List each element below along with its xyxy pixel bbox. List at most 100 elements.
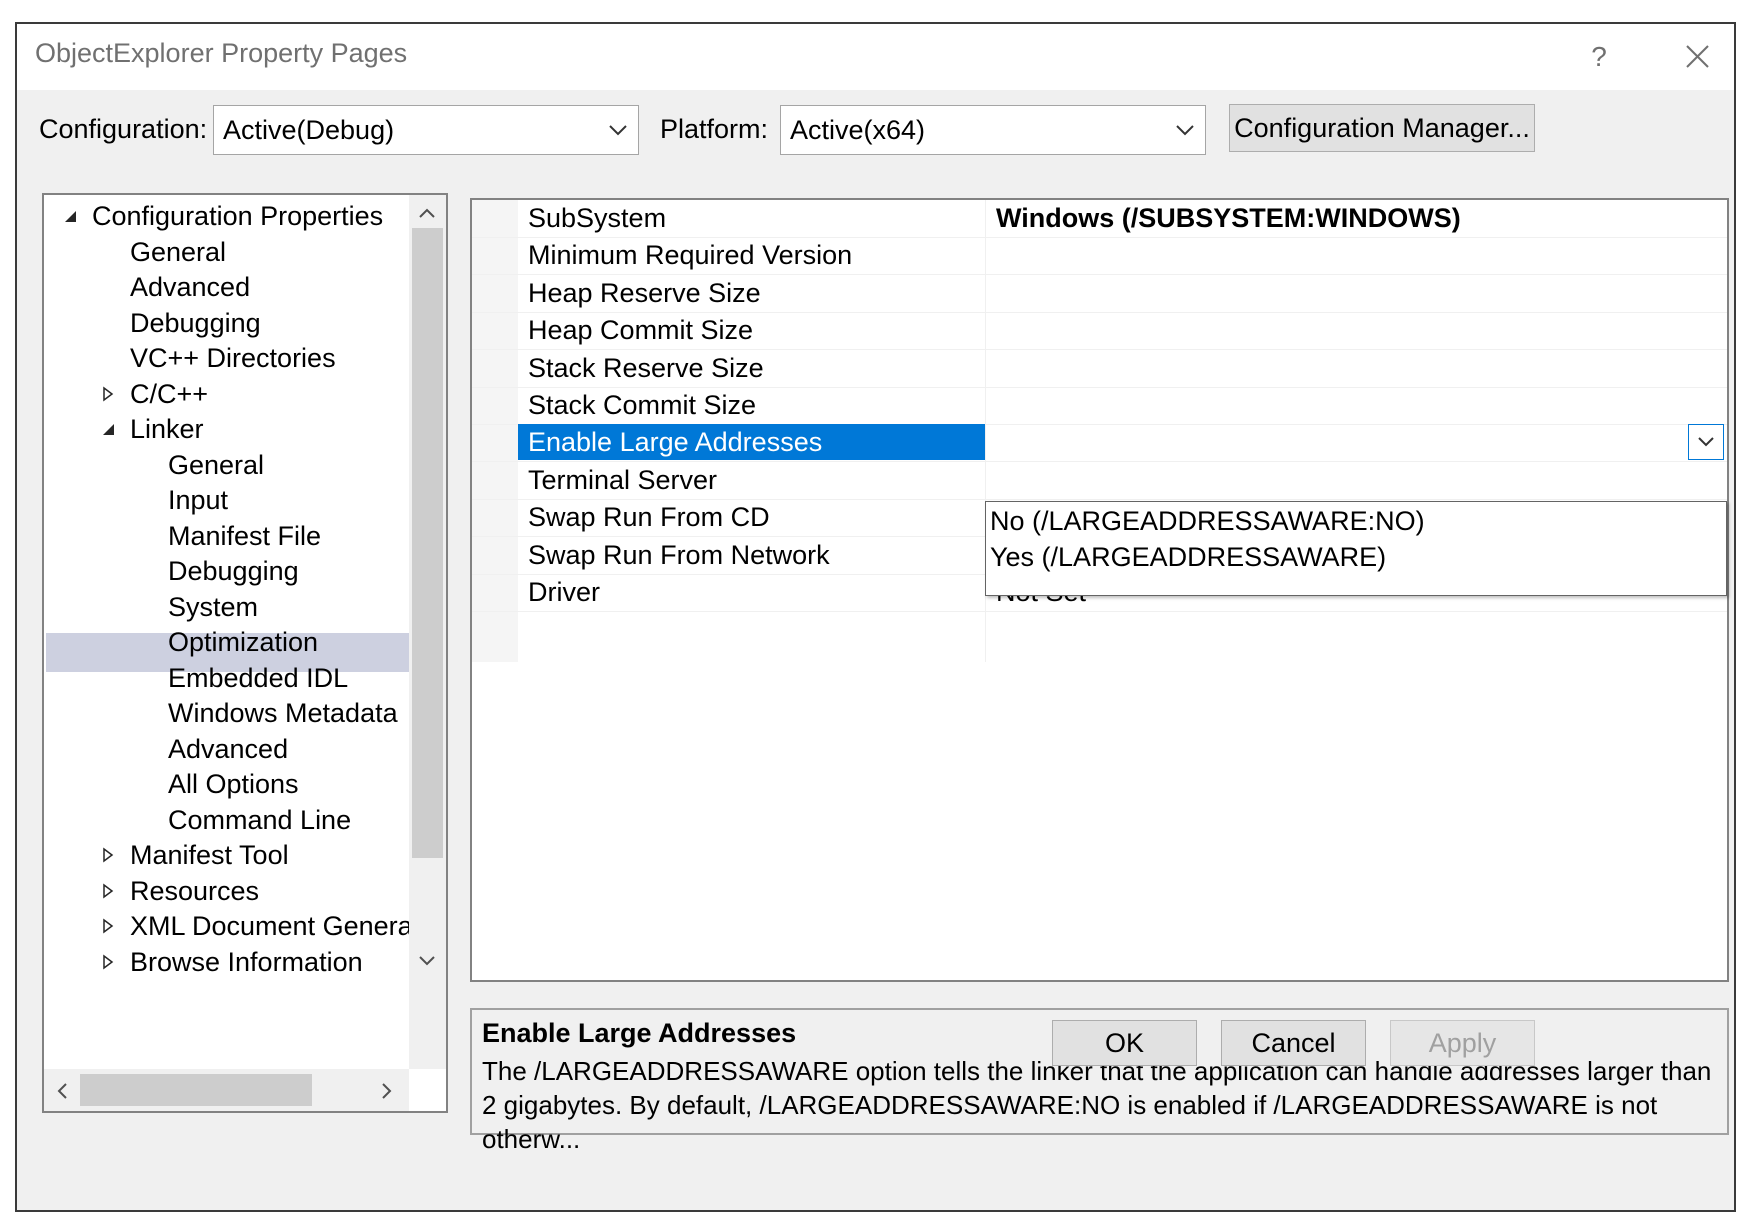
tree-item-label: Manifest File — [168, 520, 322, 551]
configuration-manager-button[interactable]: Configuration Manager... — [1229, 104, 1535, 152]
scroll-down-icon[interactable] — [418, 955, 436, 967]
property-name: Swap Run From CD — [528, 502, 770, 533]
dropdown-option-yes[interactable]: Yes (/LARGEADDRESSAWARE) — [990, 538, 1386, 576]
tree-item-label: All Options — [168, 769, 299, 799]
property-name: Stack Commit Size — [528, 390, 757, 420]
collapsed-arrow-icon[interactable] — [100, 918, 116, 934]
property-row[interactable]: SubSystem Windows (/SUBSYSTEM:WINDOWS) — [472, 200, 1727, 238]
tree-item[interactable]: Input — [44, 481, 407, 519]
tree-item[interactable]: Windows Metadata — [44, 694, 407, 732]
tree-item[interactable]: System — [44, 588, 407, 626]
property-name: SubSystem — [528, 203, 667, 233]
configuration-select[interactable]: Active(Debug) — [213, 105, 639, 155]
tree-item-label: Linker — [130, 414, 204, 444]
property-row[interactable]: Heap Reserve Size — [472, 275, 1727, 313]
tree-item[interactable]: Command Line — [44, 801, 407, 839]
property-name: Swap Run From Network — [528, 539, 830, 570]
tree-item-label: Debugging — [168, 556, 299, 586]
tree-item-label: Input — [168, 485, 229, 515]
tree-item[interactable]: Optimization — [44, 623, 407, 661]
chevron-down-icon — [609, 125, 627, 136]
tree-item[interactable]: Browse Information — [44, 943, 407, 981]
tree-item[interactable]: XML Document Genera — [44, 907, 413, 945]
platform-value: Active(x64) — [790, 115, 926, 145]
property-name: Stack Reserve Size — [528, 352, 764, 383]
tree-item[interactable]: Linker — [44, 410, 407, 448]
collapsed-arrow-icon[interactable] — [100, 847, 116, 863]
tree-item[interactable]: Debugging — [44, 304, 407, 342]
property-row[interactable]: Terminal Server — [472, 462, 1727, 500]
description-title: Enable Large Addresses — [482, 1018, 797, 1048]
tree-item-label: VC++ Directories — [130, 343, 336, 373]
platform-select[interactable]: Active(x64) — [780, 105, 1206, 155]
configuration-value: Active(Debug) — [223, 115, 395, 145]
collapsed-arrow-icon[interactable] — [100, 954, 116, 970]
tree-item[interactable]: Resources — [44, 872, 407, 910]
property-name: Terminal Server — [528, 464, 718, 495]
tree-item-label: Optimization — [168, 627, 319, 657]
tree-item[interactable]: Debugging — [44, 552, 407, 590]
tree-item-label: System — [168, 591, 259, 622]
tree-vertical-scrollbar[interactable] — [409, 195, 446, 1069]
tree-item[interactable]: VC++ Directories — [44, 339, 407, 377]
tree-item-label: Command Line — [168, 804, 352, 835]
ok-button[interactable]: OK — [1052, 1020, 1197, 1066]
property-grid: SubSystem Windows (/SUBSYSTEM:WINDOWS) Min… — [470, 198, 1729, 982]
property-row[interactable]: Stack Reserve Size — [472, 350, 1727, 388]
tree-item-label: Windows Metadata — [168, 698, 398, 728]
tree-item[interactable]: Embedded IDL — [44, 659, 407, 697]
property-row[interactable]: Enable Large Addresses — [472, 424, 1727, 463]
tree-vscroll-thumb[interactable] — [412, 228, 443, 858]
value-dropdown-list: No (/LARGEADDRESSAWARE:NO) Yes (/LARGEAD… — [985, 501, 1727, 596]
tree-item-label: Resources — [130, 875, 260, 906]
tree-item[interactable]: Advanced — [44, 268, 407, 306]
configuration-label: Configuration: — [39, 114, 208, 144]
value-dropdown-button[interactable] — [1688, 424, 1724, 461]
tree-item[interactable]: Configuration Properties — [44, 197, 407, 235]
collapsed-arrow-icon[interactable] — [100, 883, 116, 899]
tree-item-label: Advanced — [130, 272, 251, 302]
tree-item-label: Configuration Properties — [92, 201, 384, 231]
tree-item[interactable]: Manifest File — [44, 517, 407, 555]
tree-item-label: Debugging — [130, 307, 261, 338]
scroll-left-icon[interactable] — [56, 1082, 68, 1100]
property-row[interactable]: Stack Commit Size — [472, 387, 1727, 425]
tree-item-label: Embedded IDL — [168, 662, 349, 693]
tree-item[interactable]: C/C++ — [44, 375, 407, 413]
tree-item[interactable]: General — [44, 233, 407, 271]
tree-item[interactable]: Advanced — [44, 730, 407, 768]
platform-label: Platform: — [660, 114, 769, 144]
scroll-up-icon[interactable] — [418, 207, 436, 219]
property-row[interactable]: Minimum Required Version — [472, 237, 1727, 276]
cancel-button[interactable]: Cancel — [1221, 1020, 1366, 1066]
property-value[interactable]: Windows (/SUBSYSTEM:WINDOWS) — [996, 200, 1461, 237]
tree-item[interactable]: All Options — [44, 765, 407, 803]
tree-item-label: XML Document Genera — [130, 911, 413, 941]
close-button[interactable] — [1672, 32, 1722, 82]
tree-item-label: General — [168, 449, 265, 480]
tree-horizontal-scrollbar[interactable] — [44, 1069, 409, 1111]
dropdown-option-no[interactable]: No (/LARGEADDRESSAWARE:NO) — [990, 502, 1425, 540]
property-name: Heap Commit Size — [528, 315, 754, 346]
tree-item[interactable]: Manifest Tool — [44, 836, 407, 874]
expanded-arrow-icon[interactable] — [100, 421, 116, 437]
category-tree: Configuration Properties General Advanced D… — [42, 193, 448, 1113]
tree-item-label: Browse Information — [130, 946, 363, 977]
property-name: Minimum Required Version — [528, 240, 853, 271]
collapsed-arrow-icon[interactable] — [100, 386, 116, 402]
tree-item[interactable]: General — [44, 446, 407, 484]
tree-item-label: Advanced — [168, 733, 289, 764]
tree-item-label: General — [130, 236, 227, 267]
tree-hscroll-thumb[interactable] — [80, 1074, 312, 1106]
tree-item-label: Manifest Tool — [130, 840, 289, 870]
property-row[interactable]: Heap Commit Size — [472, 312, 1727, 351]
scroll-right-icon[interactable] — [381, 1082, 393, 1100]
chevron-down-icon — [1176, 125, 1194, 136]
help-button[interactable]: ? — [1574, 32, 1624, 82]
property-name: Heap Reserve Size — [528, 277, 761, 308]
expanded-arrow-icon[interactable] — [62, 208, 78, 224]
apply-button[interactable]: Apply — [1390, 1020, 1535, 1066]
close-icon — [1686, 45, 1709, 68]
title-bar[interactable]: ObjectExplorer Property Pages ? — [17, 24, 1734, 90]
window-title: ObjectExplorer Property Pages — [35, 38, 408, 68]
